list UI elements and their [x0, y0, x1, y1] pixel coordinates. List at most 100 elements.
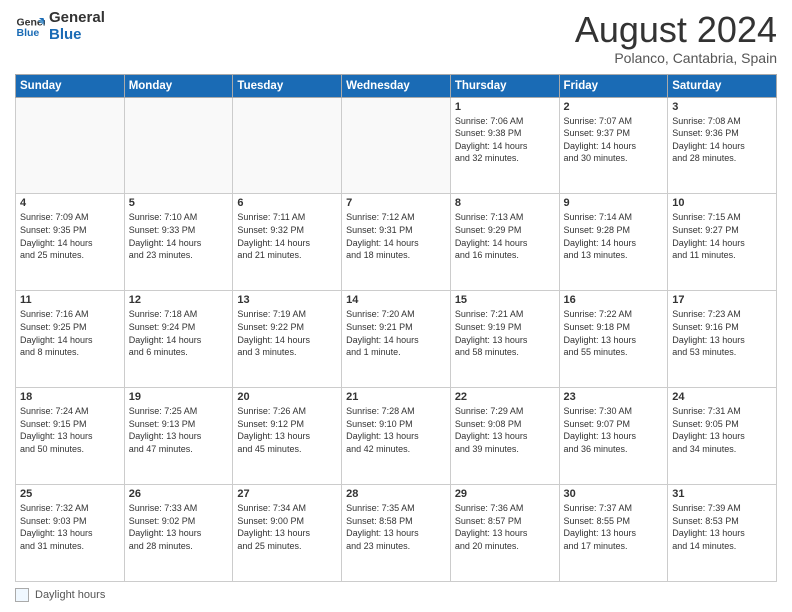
calendar-cell: 19 Sunrise: 7:25 AM Sunset: 9:13 PM Dayli…	[124, 388, 233, 485]
day-info: Sunrise: 7:16 AM Sunset: 9:25 PM Dayligh…	[20, 308, 120, 358]
day-number: 26	[129, 488, 229, 500]
calendar-cell: 3Sunrise: 7:08 AM Sunset: 9:36 PM Daylig…	[668, 97, 777, 194]
calendar-cell: 22 Sunrise: 7:29 AM Sunset: 9:08 PM Dayli…	[450, 388, 559, 485]
day-info: Sunrise: 7:11 AM Sunset: 9:32 PM Dayligh…	[237, 211, 337, 261]
day-number: 18	[20, 391, 120, 403]
calendar-cell: 31 Sunrise: 7:39 AM Sunset: 8:53 PM Dayli…	[668, 485, 777, 582]
calendar-cell: 30 Sunrise: 7:37 AM Sunset: 8:55 PM Dayli…	[559, 485, 668, 582]
day-info: Sunrise: 7:31 AM Sunset: 9:05 PM Dayligh…	[672, 405, 772, 455]
day-number: 6	[237, 197, 337, 209]
day-number: 15	[455, 294, 555, 306]
day-number: 28	[346, 488, 446, 500]
calendar-cell: 4 Sunrise: 7:09 AM Sunset: 9:35 PM Daylig…	[16, 194, 125, 291]
day-number: 5	[129, 197, 229, 209]
calendar-cell: 7 Sunrise: 7:12 AM Sunset: 9:31 PM Daylig…	[342, 194, 451, 291]
calendar-cell: 24Sunrise: 7:31 AM Sunset: 9:05 PM Dayli…	[668, 388, 777, 485]
calendar-cell	[124, 97, 233, 194]
day-info: Sunrise: 7:35 AM Sunset: 8:58 PM Dayligh…	[346, 502, 446, 552]
calendar-cell: 23 Sunrise: 7:30 AM Sunset: 9:07 PM Dayli…	[559, 388, 668, 485]
legend-box	[15, 588, 29, 602]
calendar-cell: 5 Sunrise: 7:10 AM Sunset: 9:33 PM Daylig…	[124, 194, 233, 291]
day-number: 29	[455, 488, 555, 500]
calendar-cell	[342, 97, 451, 194]
footer-legend-text: Daylight hours	[35, 589, 105, 601]
calendar-cell: 11 Sunrise: 7:16 AM Sunset: 9:25 PM Dayli…	[16, 291, 125, 388]
day-info: Sunrise: 7:10 AM Sunset: 9:33 PM Dayligh…	[129, 211, 229, 261]
calendar-cell: 18 Sunrise: 7:24 AM Sunset: 9:15 PM Dayli…	[16, 388, 125, 485]
day-info: Sunrise: 7:25 AM Sunset: 9:13 PM Dayligh…	[129, 405, 229, 455]
day-number: 17	[672, 294, 772, 306]
title-block: August 2024 Polanco, Cantabria, Spain	[575, 10, 777, 66]
day-number: 14	[346, 294, 446, 306]
logo-general: General	[49, 10, 105, 27]
footer: Daylight hours	[15, 588, 777, 602]
weekday-header-saturday: Saturday	[668, 74, 777, 97]
day-info: Sunrise: 7:24 AM Sunset: 9:15 PM Dayligh…	[20, 405, 120, 455]
day-info: Sunrise: 7:29 AM Sunset: 9:08 PM Dayligh…	[455, 405, 555, 455]
day-number: 12	[129, 294, 229, 306]
weekday-header-sunday: Sunday	[16, 74, 125, 97]
day-number: 30	[564, 488, 664, 500]
day-number: 7	[346, 197, 446, 209]
calendar-cell: 25 Sunrise: 7:32 AM Sunset: 9:03 PM Dayli…	[16, 485, 125, 582]
weekday-header-thursday: Thursday	[450, 74, 559, 97]
calendar-cell: 29 Sunrise: 7:36 AM Sunset: 8:57 PM Dayli…	[450, 485, 559, 582]
day-info: Sunrise: 7:14 AM Sunset: 9:28 PM Dayligh…	[564, 211, 664, 261]
calendar-cell: 1Sunrise: 7:06 AM Sunset: 9:38 PM Daylig…	[450, 97, 559, 194]
day-info: Sunrise: 7:09 AM Sunset: 9:35 PM Dayligh…	[20, 211, 120, 261]
calendar-cell: 13Sunrise: 7:19 AM Sunset: 9:22 PM Dayli…	[233, 291, 342, 388]
day-number: 23	[564, 391, 664, 403]
day-info: Sunrise: 7:18 AM Sunset: 9:24 PM Dayligh…	[129, 308, 229, 358]
day-number: 16	[564, 294, 664, 306]
calendar-cell	[16, 97, 125, 194]
day-info: Sunrise: 7:34 AM Sunset: 9:00 PM Dayligh…	[237, 502, 337, 552]
day-info: Sunrise: 7:37 AM Sunset: 8:55 PM Dayligh…	[564, 502, 664, 552]
day-info: Sunrise: 7:39 AM Sunset: 8:53 PM Dayligh…	[672, 502, 772, 552]
day-number: 31	[672, 488, 772, 500]
day-info: Sunrise: 7:22 AM Sunset: 9:18 PM Dayligh…	[564, 308, 664, 358]
day-info: Sunrise: 7:08 AM Sunset: 9:36 PM Dayligh…	[672, 115, 772, 165]
day-info: Sunrise: 7:33 AM Sunset: 9:02 PM Dayligh…	[129, 502, 229, 552]
day-info: Sunrise: 7:36 AM Sunset: 8:57 PM Dayligh…	[455, 502, 555, 552]
calendar-subtitle: Polanco, Cantabria, Spain	[575, 50, 777, 66]
day-info: Sunrise: 7:12 AM Sunset: 9:31 PM Dayligh…	[346, 211, 446, 261]
weekday-header-wednesday: Wednesday	[342, 74, 451, 97]
day-number: 22	[455, 391, 555, 403]
day-info: Sunrise: 7:15 AM Sunset: 9:27 PM Dayligh…	[672, 211, 772, 261]
day-info: Sunrise: 7:20 AM Sunset: 9:21 PM Dayligh…	[346, 308, 446, 358]
calendar-cell: 12 Sunrise: 7:18 AM Sunset: 9:24 PM Dayli…	[124, 291, 233, 388]
calendar-table: SundayMondayTuesdayWednesdayThursdayFrid…	[15, 74, 777, 582]
calendar-cell: 8Sunrise: 7:13 AM Sunset: 9:29 PM Daylig…	[450, 194, 559, 291]
day-info: Sunrise: 7:23 AM Sunset: 9:16 PM Dayligh…	[672, 308, 772, 358]
calendar-cell: 27Sunrise: 7:34 AM Sunset: 9:00 PM Dayli…	[233, 485, 342, 582]
day-number: 4	[20, 197, 120, 209]
day-number: 1	[455, 101, 555, 113]
logo-blue: Blue	[49, 27, 105, 44]
calendar-cell: 10 Sunrise: 7:15 AM Sunset: 9:27 PM Dayli…	[668, 194, 777, 291]
day-info: Sunrise: 7:21 AM Sunset: 9:19 PM Dayligh…	[455, 308, 555, 358]
day-number: 8	[455, 197, 555, 209]
calendar-cell: 20 Sunrise: 7:26 AM Sunset: 9:12 PM Dayli…	[233, 388, 342, 485]
logo-icon: General Blue	[15, 12, 45, 42]
day-number: 25	[20, 488, 120, 500]
calendar-cell: 9Sunrise: 7:14 AM Sunset: 9:28 PM Daylig…	[559, 194, 668, 291]
day-number: 21	[346, 391, 446, 403]
calendar-cell: 21 Sunrise: 7:28 AM Sunset: 9:10 PM Dayli…	[342, 388, 451, 485]
calendar-title: August 2024	[575, 10, 777, 50]
day-number: 10	[672, 197, 772, 209]
calendar-cell: 28 Sunrise: 7:35 AM Sunset: 8:58 PM Dayli…	[342, 485, 451, 582]
day-info: Sunrise: 7:26 AM Sunset: 9:12 PM Dayligh…	[237, 405, 337, 455]
day-info: Sunrise: 7:07 AM Sunset: 9:37 PM Dayligh…	[564, 115, 664, 165]
day-number: 20	[237, 391, 337, 403]
weekday-header-tuesday: Tuesday	[233, 74, 342, 97]
day-info: Sunrise: 7:19 AM Sunset: 9:22 PM Dayligh…	[237, 308, 337, 358]
day-number: 19	[129, 391, 229, 403]
calendar-cell: 2Sunrise: 7:07 AM Sunset: 9:37 PM Daylig…	[559, 97, 668, 194]
weekday-header-monday: Monday	[124, 74, 233, 97]
day-info: Sunrise: 7:32 AM Sunset: 9:03 PM Dayligh…	[20, 502, 120, 552]
day-number: 11	[20, 294, 120, 306]
day-info: Sunrise: 7:30 AM Sunset: 9:07 PM Dayligh…	[564, 405, 664, 455]
day-info: Sunrise: 7:28 AM Sunset: 9:10 PM Dayligh…	[346, 405, 446, 455]
calendar-cell: 15 Sunrise: 7:21 AM Sunset: 9:19 PM Dayli…	[450, 291, 559, 388]
svg-text:Blue: Blue	[17, 27, 40, 39]
